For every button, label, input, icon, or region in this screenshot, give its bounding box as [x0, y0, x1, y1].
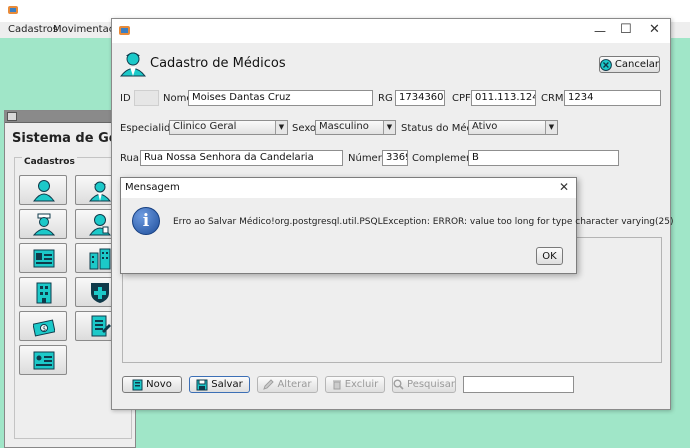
document-icon	[132, 379, 143, 390]
sexo-label: Sexo	[292, 123, 317, 134]
rg-label: RG	[378, 93, 393, 104]
chevron-down-icon: ▼	[275, 121, 287, 134]
menu-cadastros[interactable]: Cadastros	[8, 24, 58, 35]
crm-field[interactable]: 1234	[564, 90, 661, 106]
cpf-label: CPF	[452, 93, 471, 104]
cancel-icon	[600, 58, 612, 71]
cross-shield-icon	[91, 283, 109, 303]
especialidade-label: Especialida	[120, 123, 177, 134]
sexo-select[interactable]: Masculino ▼	[315, 120, 396, 135]
pesquisar-button[interactable]: Pesquisar	[392, 376, 456, 393]
pesquisar-label: Pesquisar	[407, 379, 455, 390]
search-icon	[393, 379, 404, 390]
ok-button[interactable]: OK	[536, 247, 563, 265]
nurse-icon	[33, 213, 55, 236]
especialidade-value: Clinico Geral	[173, 121, 237, 132]
info-icon: i	[132, 207, 160, 235]
id-label: ID	[120, 93, 131, 104]
minimize-icon[interactable]: —	[594, 24, 606, 38]
convenio-button[interactable]	[19, 243, 67, 273]
document-icon	[91, 315, 111, 337]
id-field	[134, 90, 159, 106]
alterar-button[interactable]: Alterar	[257, 376, 318, 393]
novo-button[interactable]: Novo	[122, 376, 182, 393]
nome-field[interactable]: Moises Dantas Cruz	[188, 90, 373, 106]
maximize-icon[interactable]: ☐	[620, 22, 632, 37]
alterar-label: Alterar	[277, 379, 312, 390]
close-icon[interactable]: ✕	[559, 180, 569, 194]
svg-text:$: $	[42, 326, 46, 333]
sexo-value: Masculino	[319, 121, 369, 132]
id-card-icon	[33, 249, 55, 268]
numero-field[interactable]: 3369	[382, 150, 408, 166]
dialog-titlebar[interactable]: — ☐ ✕	[112, 19, 670, 43]
error-message: Erro ao Salvar Médico!org.postgresql.uti…	[173, 217, 674, 227]
cadastros-group-label: Cadastros	[22, 157, 77, 167]
especialidade-select[interactable]: Clinico Geral ▼	[169, 120, 288, 135]
enfermeiro-button[interactable]	[19, 209, 67, 239]
status-select[interactable]: Ativo ▼	[468, 120, 558, 135]
carteirinha-button[interactable]	[19, 345, 67, 375]
rg-field[interactable]: 1734360	[395, 90, 445, 106]
frame-menu-icon[interactable]	[7, 112, 17, 121]
close-icon[interactable]: ✕	[649, 22, 660, 37]
search-input[interactable]	[463, 376, 574, 393]
mensagem-titlebar[interactable]: Mensagem ✕	[121, 178, 576, 198]
trash-icon	[332, 380, 341, 390]
chevron-down-icon: ▼	[383, 121, 395, 134]
novo-label: Novo	[146, 379, 172, 390]
cpf-field[interactable]: 011.113.124-35	[471, 90, 536, 106]
cancel-button[interactable]: Cancelar	[599, 56, 660, 73]
excluir-button[interactable]: Excluir	[325, 376, 385, 393]
financeiro-button[interactable]: $	[19, 311, 67, 341]
app-icon	[8, 6, 18, 14]
crm-label: CRM	[541, 93, 564, 104]
chevron-down-icon: ▼	[545, 121, 557, 134]
clinica-button[interactable]	[19, 277, 67, 307]
pencil-icon	[263, 379, 275, 390]
user-icon	[89, 214, 111, 236]
excluir-label: Excluir	[344, 379, 379, 390]
rua-label: Rua	[120, 153, 139, 164]
hospital-icon	[89, 248, 111, 270]
mensagem-dialog: Mensagem ✕ i Erro ao Salvar Médico!org.p…	[120, 177, 673, 274]
status-value: Ativo	[472, 121, 498, 132]
mensagem-title: Mensagem	[125, 182, 180, 193]
hospital-icon	[36, 282, 52, 304]
money-icon: $	[33, 319, 55, 337]
salvar-button[interactable]: Salvar	[189, 376, 250, 393]
id-card-icon	[33, 351, 55, 370]
app-icon	[119, 26, 130, 35]
dialog-heading: Cadastro de Médicos	[150, 56, 286, 71]
paciente-button[interactable]	[19, 175, 67, 205]
doctor-icon	[89, 181, 111, 202]
salvar-label: Salvar	[211, 379, 243, 390]
save-icon	[196, 379, 208, 390]
cancel-button-label: Cancelar	[614, 59, 659, 70]
rua-field[interactable]: Rua Nossa Senhora da Candelaria	[140, 150, 343, 166]
doctor-icon	[120, 52, 146, 77]
user-icon	[33, 180, 55, 202]
ok-label: OK	[542, 250, 557, 262]
complemento-field[interactable]: B	[468, 150, 619, 166]
